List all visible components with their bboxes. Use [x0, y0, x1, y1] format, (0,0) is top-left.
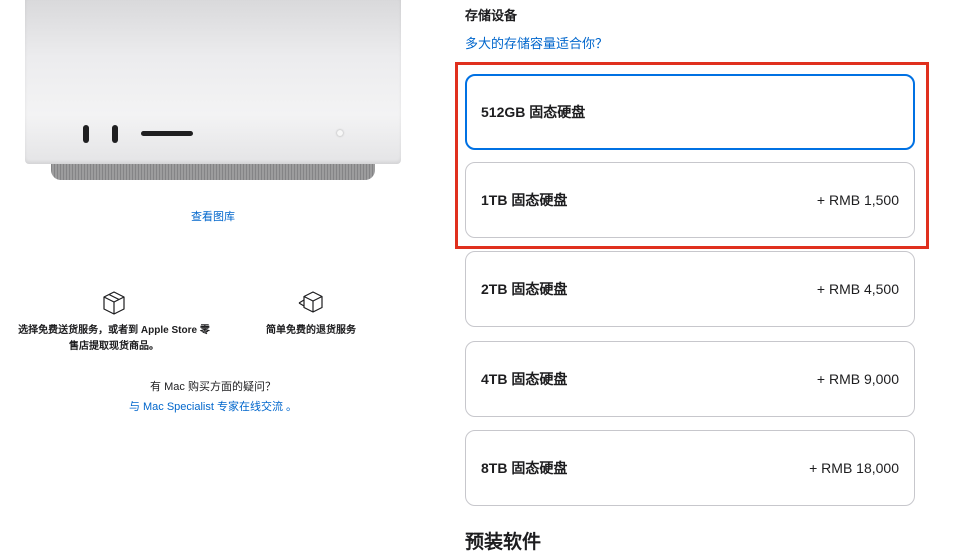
storage-option-512gb[interactable]: 512GB 固态硬盘	[465, 74, 915, 150]
storage-section-title: 存储设备	[465, 8, 518, 23]
box-icon	[100, 289, 128, 317]
delivery-service: 选择免费送货服务，或者到 Apple Store 零售店提取现货商品。	[14, 289, 214, 355]
storage-option-price: + RMB 4,500	[816, 281, 899, 297]
box-return-icon	[297, 289, 325, 317]
software-section-title: 预装软件	[465, 532, 542, 551]
usb-c-port	[112, 125, 118, 143]
delivery-service-text: 选择免费送货服务，或者到 Apple Store 零售店提取现货商品。	[18, 325, 210, 352]
storage-option-8tb[interactable]: 8TB 固态硬盘 + RMB 18,000	[465, 430, 915, 506]
return-service-text: 简单免费的退货服务	[266, 325, 356, 336]
power-indicator	[337, 130, 343, 136]
storage-option-2tb[interactable]: 2TB 固态硬盘 + RMB 4,500	[465, 251, 915, 327]
product-chassis	[25, 0, 401, 164]
storage-help-link[interactable]: 多大的存储容量适合你？	[465, 33, 608, 52]
storage-option-label: 4TB 固态硬盘	[481, 371, 568, 387]
storage-option-4tb[interactable]: 4TB 固态硬盘 + RMB 9,000	[465, 341, 915, 417]
storage-option-label: 8TB 固态硬盘	[481, 460, 568, 476]
storage-option-label: 512GB 固态硬盘	[481, 104, 586, 120]
storage-option-price: + RMB 1,500	[816, 192, 899, 208]
help-question: 有 Mac 购买方面的疑问？	[150, 381, 276, 393]
view-gallery-link[interactable]: 查看图库	[170, 208, 256, 224]
storage-option-label: 2TB 固态硬盘	[481, 281, 568, 297]
chat-with-specialist-link[interactable]: 与 Mac Specialist 专家在线交流 。	[129, 401, 297, 413]
return-service: 简单免费的退货服务	[260, 289, 362, 339]
storage-option-1tb[interactable]: 1TB 固态硬盘 + RMB 1,500	[465, 162, 915, 238]
storage-option-price: + RMB 18,000	[809, 460, 899, 476]
product-image-mac-studio	[25, 0, 401, 180]
product-base-vent	[51, 164, 375, 180]
sd-card-slot	[141, 131, 193, 136]
storage-option-price: + RMB 9,000	[816, 371, 899, 387]
help-block: 有 Mac 购买方面的疑问？ 与 Mac Specialist 专家在线交流 。	[100, 378, 326, 414]
usb-c-port	[83, 125, 89, 143]
storage-option-label: 1TB 固态硬盘	[481, 192, 568, 208]
page: 查看图库 选择免费送货服务，或者到 Apple Store 零售店提取现货商品。	[0, 0, 979, 551]
